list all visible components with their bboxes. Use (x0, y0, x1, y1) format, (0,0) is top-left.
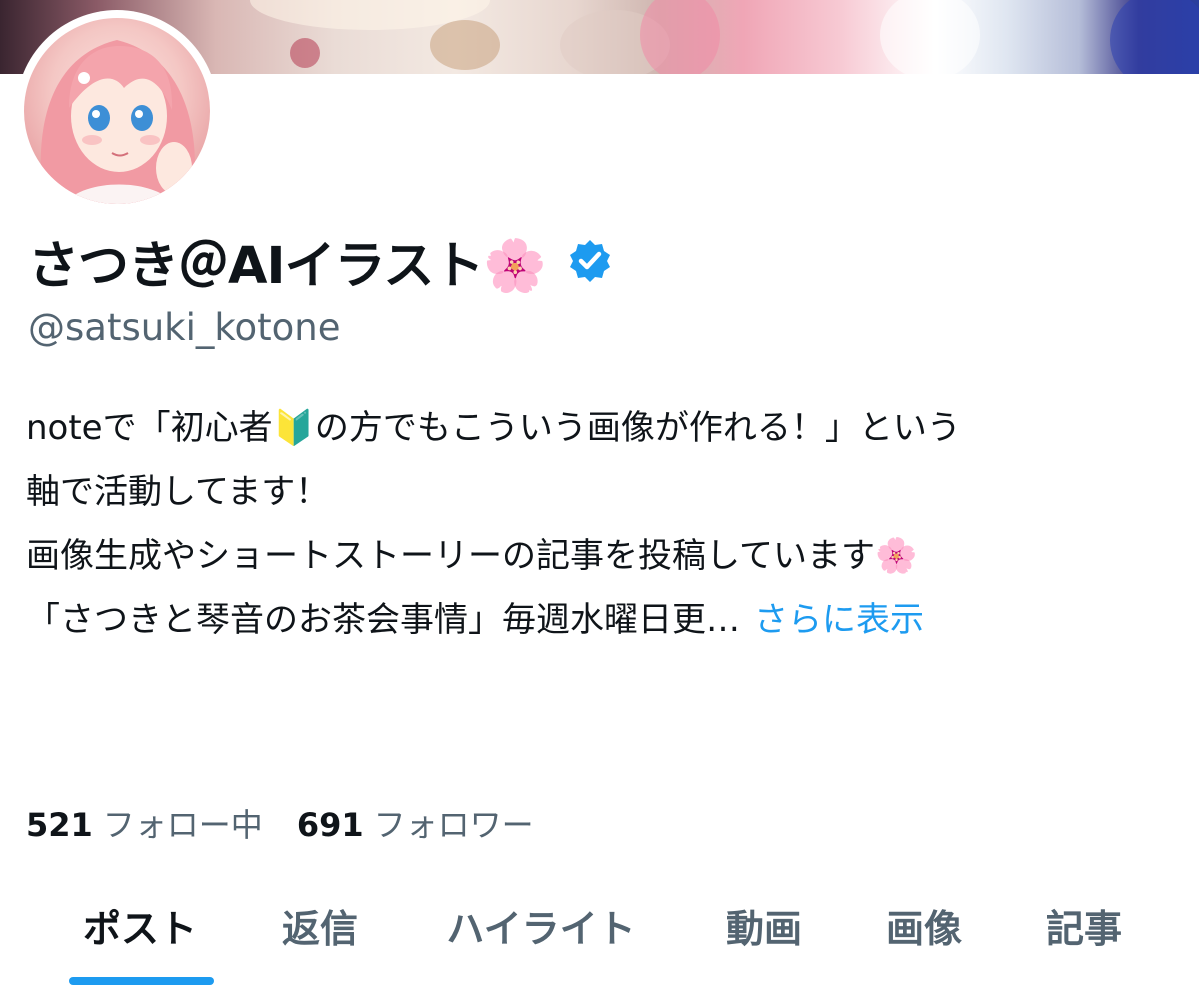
following-label: フォロー中 (102, 806, 263, 844)
profile-handle: @satsuki_kotone (28, 306, 341, 349)
following-link[interactable]: 521 フォロー中 (26, 800, 263, 846)
follow-stats: 521 フォロー中 691 フォロワー (26, 800, 534, 846)
bio-line: noteで「初心者🔰の方でもこういう画像が作れる！」という (26, 408, 961, 448)
active-tab-indicator (69, 977, 214, 985)
avatar[interactable] (24, 18, 210, 204)
verified-badge-icon[interactable] (566, 237, 614, 285)
profile-page: さつき＠AIイラスト🌸 @satsuki_kotone noteで「初心者🔰の方… (0, 0, 1199, 985)
followers-count: 691 (296, 806, 364, 844)
bio-line: 軸で活動してます！ (26, 472, 330, 512)
tab-videos[interactable]: 動画 (726, 898, 802, 953)
following-count: 521 (26, 806, 93, 844)
tab-highlights[interactable]: ハイライト (446, 898, 635, 953)
display-name: さつき＠AIイラスト🌸 (28, 237, 547, 296)
followers-label: フォロワー (373, 806, 534, 844)
tab-replies[interactable]: 返信 (282, 898, 358, 953)
profile-bio: noteで「初心者🔰の方でもこういう画像が作れる！」という 軸で活動してます！ … (26, 396, 1176, 652)
profile-tabs: ポスト 返信 ハイライト 動画 画像 記事 (0, 880, 1199, 985)
bio-line-last: 「さつきと琴音のお茶会事情」毎週水曜日更… さらに表示 (26, 588, 1176, 652)
tab-articles[interactable]: 記事 (1046, 898, 1122, 953)
profile-name-row: さつき＠AIイラスト🌸 (28, 226, 614, 296)
bio-line: 画像生成やショートストーリーの記事を投稿しています🌸 (26, 536, 918, 576)
bio-line-text: 「さつきと琴音のお茶会事情」毎週水曜日更… (26, 600, 740, 640)
show-more-link[interactable]: さらに表示 (754, 600, 924, 640)
tab-images[interactable]: 画像 (886, 898, 962, 953)
followers-link[interactable]: 691 フォロワー (297, 800, 534, 846)
tab-posts[interactable]: ポスト (83, 898, 197, 953)
